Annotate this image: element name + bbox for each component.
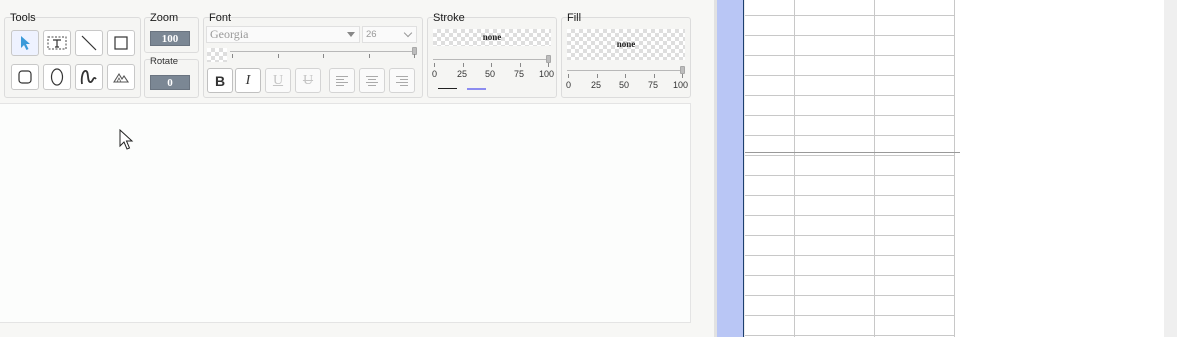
tools-group: Tools bbox=[4, 10, 141, 98]
fill-color-swatch[interactable]: none bbox=[567, 29, 685, 60]
ellipse-icon bbox=[50, 68, 64, 86]
rotate-value[interactable]: 0 bbox=[150, 75, 190, 90]
rounded-rectangle-tool-button[interactable] bbox=[11, 64, 39, 90]
fill-opacity-thumb[interactable] bbox=[680, 66, 685, 74]
rotate-label: Rotate bbox=[150, 56, 178, 67]
image-tool-button[interactable] bbox=[107, 64, 135, 90]
underline-button[interactable]: U bbox=[265, 68, 291, 93]
grid-lines bbox=[745, 0, 960, 337]
font-opacity-track[interactable] bbox=[230, 51, 416, 52]
align-center-button[interactable] bbox=[359, 68, 385, 93]
align-right-icon bbox=[396, 75, 408, 86]
line-icon bbox=[81, 35, 97, 51]
stroke-tick-label: 50 bbox=[485, 69, 496, 79]
stroke-opacity-track[interactable] bbox=[433, 59, 549, 60]
fill-tick-label: 50 bbox=[619, 80, 630, 90]
fill-tick-label: 25 bbox=[591, 80, 602, 90]
stroke-group: Stroke none 0 25 50 75 100 bbox=[427, 10, 557, 98]
rectangle-tool-button[interactable] bbox=[107, 30, 135, 56]
fill-tick-label: 75 bbox=[648, 80, 659, 90]
app-window: Tools Zoom 100 Rotate 0 Font Georgia 26 … bbox=[0, 0, 1177, 337]
zoom-value[interactable]: 100 bbox=[150, 31, 190, 46]
rectangle-icon bbox=[114, 36, 128, 50]
font-group: Font Georgia 26 B I U U bbox=[203, 10, 423, 98]
freehand-tool-button[interactable] bbox=[75, 64, 103, 90]
fill-opacity-track[interactable] bbox=[567, 70, 683, 71]
row-header-column[interactable] bbox=[717, 0, 744, 337]
stroke-tick-label: 75 bbox=[514, 69, 525, 79]
zoom-group: Zoom 100 Rotate 0 bbox=[144, 10, 199, 98]
fill-title: Fill bbox=[567, 12, 582, 24]
image-icon bbox=[113, 72, 130, 83]
drawing-editor: Tools Zoom 100 Rotate 0 Font Georgia 26 … bbox=[0, 0, 714, 337]
rounded-rectangle-icon bbox=[18, 70, 32, 84]
stroke-color-swatch[interactable]: none bbox=[433, 29, 551, 46]
font-family-value: Georgia bbox=[210, 27, 249, 41]
pointer-icon bbox=[21, 36, 30, 50]
text-box-icon bbox=[47, 36, 67, 50]
spreadsheet-grid[interactable] bbox=[745, 0, 1164, 337]
font-size-select[interactable]: 26 bbox=[362, 26, 417, 43]
font-size-value: 26 bbox=[366, 29, 377, 40]
stroke-style-highlight[interactable] bbox=[467, 88, 486, 90]
bold-button[interactable]: B bbox=[207, 68, 233, 93]
align-center-icon bbox=[366, 75, 378, 86]
font-title: Font bbox=[209, 12, 232, 24]
line-tool-button[interactable] bbox=[75, 30, 103, 56]
font-color-swatch[interactable] bbox=[207, 48, 227, 62]
mouse-cursor-icon bbox=[119, 129, 134, 150]
chevron-down-icon bbox=[403, 28, 413, 38]
stroke-tick-label: 0 bbox=[432, 69, 438, 79]
fill-tick-label: 0 bbox=[566, 80, 572, 90]
stroke-tick-label: 100 bbox=[539, 69, 555, 79]
font-family-select[interactable]: Georgia bbox=[206, 26, 360, 43]
stroke-tick-label: 25 bbox=[457, 69, 468, 79]
scrollbar[interactable] bbox=[1164, 0, 1177, 337]
fill-group: Fill none 0 25 50 75 100 bbox=[561, 10, 691, 98]
align-right-button[interactable] bbox=[389, 68, 415, 93]
stroke-opacity-thumb[interactable] bbox=[546, 55, 551, 63]
select-tool-button[interactable] bbox=[11, 30, 39, 56]
text-tool-button[interactable] bbox=[43, 30, 71, 56]
fill-color-label: none bbox=[616, 39, 636, 49]
tools-title: Tools bbox=[10, 12, 36, 24]
spreadsheet-pane bbox=[714, 0, 1177, 337]
dropdown-arrow-icon bbox=[347, 32, 355, 37]
italic-button[interactable]: I bbox=[235, 68, 261, 93]
fill-tick-label: 100 bbox=[673, 80, 689, 90]
stroke-title: Stroke bbox=[433, 12, 465, 24]
ellipse-tool-button[interactable] bbox=[43, 64, 71, 90]
align-left-icon bbox=[336, 75, 348, 86]
zoom-title: Zoom bbox=[150, 12, 179, 24]
strikethrough-button[interactable]: U bbox=[295, 68, 321, 93]
drawing-canvas[interactable] bbox=[0, 103, 691, 323]
freehand-icon bbox=[80, 70, 97, 85]
stroke-color-label: none bbox=[482, 32, 502, 42]
stroke-style-solid[interactable] bbox=[438, 88, 457, 89]
align-left-button[interactable] bbox=[329, 68, 355, 93]
